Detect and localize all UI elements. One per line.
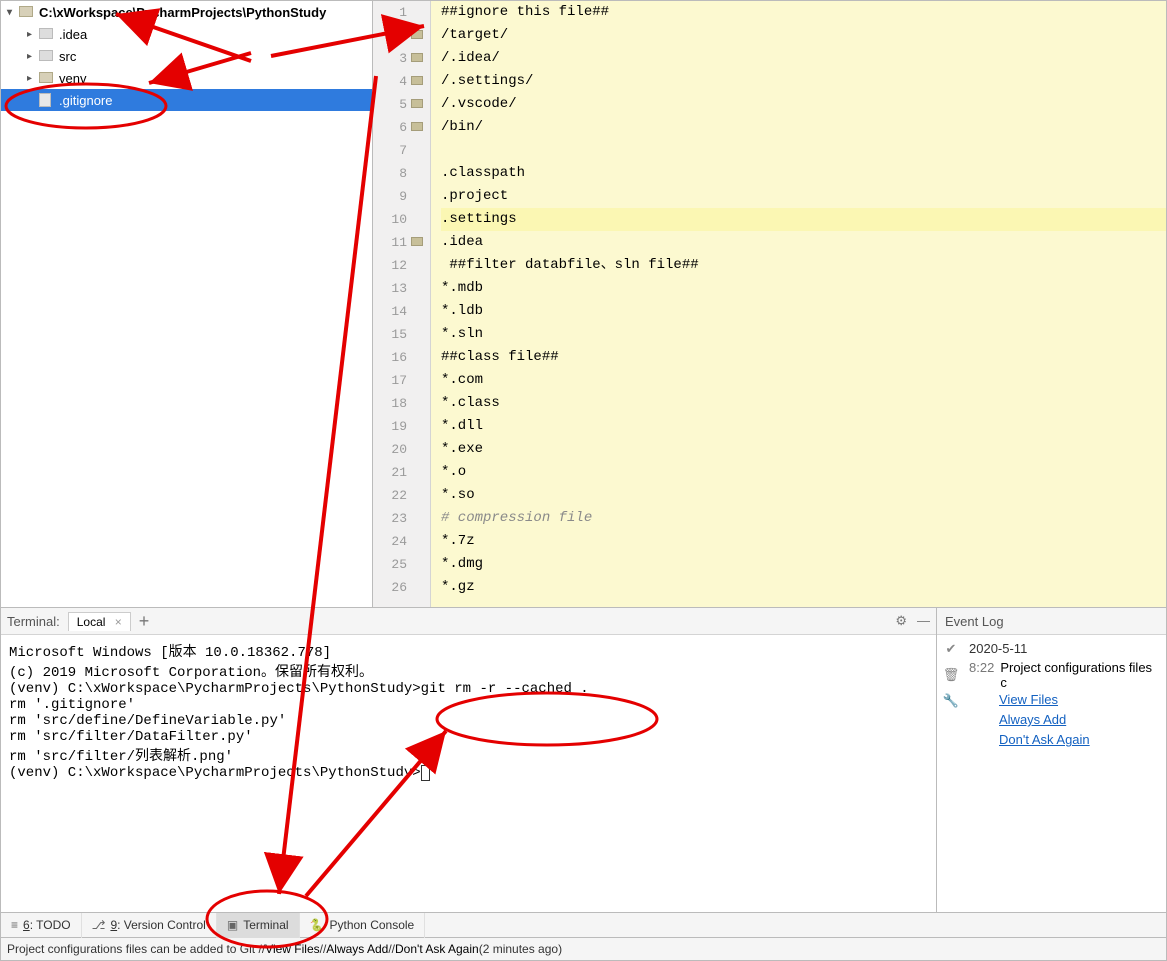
code-line[interactable]: .project	[441, 185, 1166, 208]
folder-icon	[411, 53, 423, 62]
code-line[interactable]: *.dmg	[441, 553, 1166, 576]
folder-icon	[39, 28, 53, 39]
code-line[interactable]: *.o	[441, 461, 1166, 484]
code-line[interactable]: *.sln	[441, 323, 1166, 346]
terminal-cursor	[421, 765, 430, 781]
editor-gutter[interactable]: 1234567891011121314151617181920212223242…	[373, 1, 431, 607]
event-log-date: 2020-5-11	[969, 641, 1162, 656]
folder-icon	[411, 30, 423, 39]
terminal-tab-local[interactable]: Local ×	[68, 612, 131, 631]
chevron-right-icon[interactable]: ▸	[27, 29, 39, 40]
code-line[interactable]: ##filter databfile、sln file##	[441, 254, 1166, 277]
tree-item-idea[interactable]: ▸.idea	[1, 23, 372, 45]
toolwindow-tab-9versioncontrol[interactable]: ⎇9: Version Control	[82, 913, 217, 938]
folder-icon	[411, 122, 423, 131]
code-line[interactable]: /.vscode/	[441, 93, 1166, 116]
event-log-toolbar: ✔ 🗑 🔧	[937, 635, 965, 912]
code-line[interactable]: .idea	[441, 231, 1166, 254]
terminal-line: (venv) C:\xWorkspace\PycharmProjects\Pyt…	[9, 765, 928, 781]
folder-icon	[411, 76, 423, 85]
event-log-title: Event Log	[937, 608, 1166, 635]
chevron-right-icon[interactable]: ▸	[27, 73, 39, 84]
terminal-line: rm 'src/filter/DataFilter.py'	[9, 729, 928, 745]
folder-icon	[39, 50, 53, 61]
chevron-down-icon[interactable]: ▾	[7, 7, 19, 18]
chevron-right-icon[interactable]: ▸	[27, 51, 39, 62]
terminal-line: (venv) C:\xWorkspace\PycharmProjects\Pyt…	[9, 681, 928, 697]
status-bar: Project configurations files can be adde…	[1, 938, 1166, 960]
code-line[interactable]: /bin/	[441, 116, 1166, 139]
status-link-always-add[interactable]: Always Add	[326, 942, 388, 956]
event-log-link[interactable]: View Files	[999, 690, 1162, 710]
terminal-header: Terminal: Local × + ⚙ —	[1, 608, 936, 635]
tree-item-gitignore[interactable]: .gitignore	[1, 89, 372, 111]
toolwindow-tab-pythonconsole[interactable]: 🐍Python Console	[300, 913, 426, 938]
code-line[interactable]: *.so	[441, 484, 1166, 507]
code-line[interactable]: /.settings/	[441, 70, 1166, 93]
code-editor[interactable]: 1234567891011121314151617181920212223242…	[373, 1, 1166, 607]
terminal-line: rm '.gitignore'	[9, 697, 928, 713]
terminal-line: Microsoft Windows [版本 10.0.18362.778]	[9, 641, 928, 661]
folder-icon	[19, 6, 33, 17]
project-root-row[interactable]: ▾ C:\xWorkspace\PycharmProjects\PythonSt…	[1, 1, 372, 23]
code-line[interactable]: ##class file##	[441, 346, 1166, 369]
code-line[interactable]: *.7z	[441, 530, 1166, 553]
gear-icon[interactable]: ⚙	[895, 613, 907, 629]
folder-icon	[39, 72, 53, 83]
event-log-link[interactable]: Always Add	[999, 710, 1162, 730]
tree-item-src[interactable]: ▸src	[1, 45, 372, 67]
code-line[interactable]: ##ignore this file##	[441, 1, 1166, 24]
code-line[interactable]: .classpath	[441, 162, 1166, 185]
project-root-label: C:\xWorkspace\PycharmProjects\PythonStud…	[39, 5, 326, 20]
bottom-tool-strip: ≡6: TODO⎇9: Version Control▣Terminal🐍Pyt…	[1, 913, 1166, 938]
terminal-line: rm 'src/define/DefineVariable.py'	[9, 713, 928, 729]
event-log-time: 8:22	[969, 660, 994, 690]
file-icon	[39, 93, 51, 107]
status-link-view-files[interactable]: View Files	[265, 942, 319, 956]
code-line[interactable]: *.mdb	[441, 277, 1166, 300]
editor-code-area[interactable]: ##ignore this file##/target//.idea//.set…	[431, 1, 1166, 607]
event-log-message: Project configurations files c	[1000, 660, 1162, 690]
terminal-line: (c) 2019 Microsoft Corporation。保留所有权利。	[9, 661, 928, 681]
terminal-output[interactable]: Microsoft Windows [版本 10.0.18362.778](c)…	[1, 635, 936, 912]
toolwindow-tab-terminal[interactable]: ▣Terminal	[217, 913, 300, 938]
minimize-icon[interactable]: —	[917, 613, 930, 629]
code-line[interactable]: # compression file	[441, 507, 1166, 530]
code-line[interactable]: *.ldb	[441, 300, 1166, 323]
trash-icon[interactable]: 🗑	[943, 667, 960, 683]
code-line[interactable]: *.exe	[441, 438, 1166, 461]
code-line[interactable]: *.dll	[441, 415, 1166, 438]
code-line[interactable]: *.class	[441, 392, 1166, 415]
code-line[interactable]: .settings	[441, 208, 1166, 231]
code-line[interactable]: *.gz	[441, 576, 1166, 599]
tree-item-venv[interactable]: ▸venv	[1, 67, 372, 89]
terminal-line: rm 'src/filter/列表解析.png'	[9, 745, 928, 765]
add-terminal-button[interactable]: +	[139, 612, 150, 630]
code-line[interactable]	[441, 139, 1166, 162]
event-log-panel: Event Log ✔ 🗑 🔧 2020-5-11 8:22 Project c…	[937, 608, 1166, 912]
event-log-link[interactable]: Don't Ask Again	[999, 730, 1162, 750]
status-link-dont-ask[interactable]: Don't Ask Again	[395, 942, 479, 956]
check-icon[interactable]: ✔	[946, 641, 957, 657]
terminal-panel: Terminal: Local × + ⚙ — Microsoft Window…	[1, 608, 937, 912]
folder-icon	[411, 237, 423, 246]
close-icon[interactable]: ×	[115, 615, 122, 629]
toolwindow-tab-6todo[interactable]: ≡6: TODO	[1, 913, 82, 938]
terminal-title: Terminal:	[7, 614, 60, 629]
code-line[interactable]: *.com	[441, 369, 1166, 392]
folder-icon	[411, 99, 423, 108]
project-sidebar[interactable]: ▾ C:\xWorkspace\PycharmProjects\PythonSt…	[1, 1, 373, 607]
wrench-icon[interactable]: 🔧	[943, 693, 959, 709]
code-line[interactable]: /target/	[441, 24, 1166, 47]
code-line[interactable]: /.idea/	[441, 47, 1166, 70]
